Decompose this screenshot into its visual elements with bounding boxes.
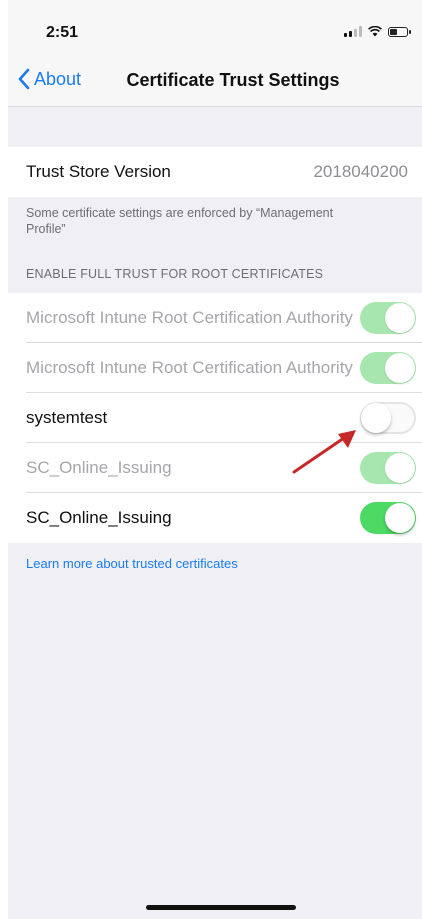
certificate-list: Microsoft Intune Root Certification Auth… [8,293,422,543]
toggle-knob [385,453,415,483]
trust-toggle[interactable] [360,402,416,434]
trust-toggle[interactable] [360,352,416,384]
battery-icon [388,27,411,37]
home-indicator[interactable] [146,905,296,910]
certificate-label: SC_Online_Issuing [26,508,172,527]
annotation-arrow-icon [292,430,356,474]
trust-toggle[interactable] [360,452,416,484]
toggle-knob [385,503,415,533]
status-time: 2:51 [46,24,79,41]
cellular-signal-icon [344,26,362,37]
toggle-knob [385,353,415,383]
top-bar: 2:51 About Certificate Trust Settings [8,0,422,106]
certificate-label: Microsoft Intune Root Certification Auth… [26,358,353,377]
toggle-knob [385,303,415,333]
trust-toggle[interactable] [360,502,416,534]
phone-screen: 2:51 About Certificate Trust Settings Tr… [8,0,422,919]
status-icons [344,26,411,37]
learn-more-link[interactable]: Learn more about trusted certificates [26,556,238,571]
nav-divider [8,106,422,107]
trust-store-group: Trust Store Version 2018040200 [8,147,422,197]
wifi-icon [368,26,382,37]
certificate-row: Microsoft Intune Root Certification Auth… [8,343,422,393]
trust-toggle[interactable] [360,302,416,334]
certificate-row: SC_Online_Issuing [8,493,422,543]
trust-store-row: Trust Store Version 2018040200 [8,147,422,197]
section-header: ENABLE FULL TRUST FOR ROOT CERTIFICATES [26,267,324,281]
trust-store-label: Trust Store Version [26,162,171,181]
certificate-label: Microsoft Intune Root Certification Auth… [26,308,353,327]
certificate-row: Microsoft Intune Root Certification Auth… [8,293,422,343]
enforced-note: Some certificate settings are enforced b… [26,206,334,236]
page-title: Certificate Trust Settings [126,70,340,90]
trust-store-value: 2018040200 [313,162,408,181]
